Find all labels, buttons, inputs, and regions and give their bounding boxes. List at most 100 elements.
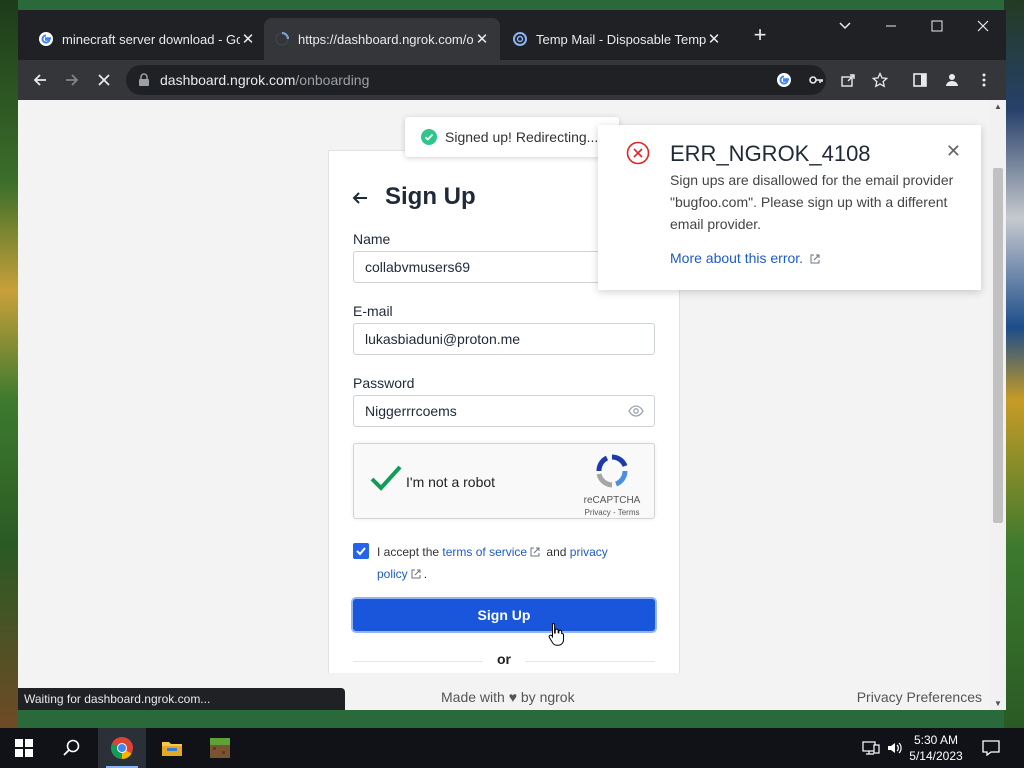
- tab-title: https://dashboard.ngrok.com/on: [298, 31, 474, 47]
- or-divider: or: [353, 651, 655, 671]
- checkmark-icon: [356, 547, 366, 556]
- search-button[interactable]: [48, 728, 96, 768]
- minimize-button[interactable]: [868, 10, 914, 42]
- chrome-icon: [111, 737, 133, 759]
- back-arrow-button[interactable]: [351, 189, 371, 209]
- forward-button[interactable]: [60, 68, 84, 92]
- scroll-up-icon[interactable]: ▲: [993, 102, 1003, 111]
- password-field[interactable]: Niggerrrcoems: [353, 395, 655, 427]
- tab-title: Temp Mail - Disposable Tempora: [536, 31, 706, 47]
- minecraft-icon: [210, 738, 230, 758]
- profile-button[interactable]: [940, 68, 964, 92]
- bookmark-button[interactable]: [868, 68, 892, 92]
- start-button[interactable]: [0, 728, 48, 768]
- eye-icon[interactable]: [628, 404, 644, 421]
- minimize-icon: [886, 25, 896, 27]
- side-panel-button[interactable]: [908, 68, 932, 92]
- tab-google-search[interactable]: minecraft server download - Goo ✕: [28, 18, 266, 60]
- or-text: or: [497, 651, 511, 667]
- terms-end: .: [423, 567, 428, 581]
- url-host: dashboard.ngrok.com: [160, 72, 296, 88]
- maximize-button[interactable]: [914, 10, 960, 42]
- name-value: collabvmusers69: [365, 259, 471, 275]
- google-icon: [777, 73, 791, 87]
- tab-strip: minecraft server download - Goo ✕ https:…: [18, 10, 1006, 60]
- external-link-icon: [530, 547, 540, 557]
- error-panel: ERR_NGROK_4108 Sign ups are disallowed f…: [598, 125, 981, 290]
- windows-logo-icon: [15, 739, 33, 757]
- recaptcha-links[interactable]: Privacy - Terms: [580, 508, 644, 517]
- password-value: Niggerrrcoems: [365, 403, 457, 419]
- tab-search-button[interactable]: [822, 10, 868, 42]
- terms-and: and: [546, 545, 567, 559]
- privacy-policy-link-cont[interactable]: policy: [377, 567, 408, 581]
- taskbar-file-explorer[interactable]: [148, 728, 196, 768]
- taskbar-chrome[interactable]: [98, 728, 146, 768]
- google-icon: [38, 31, 54, 47]
- page-title: Sign Up: [385, 183, 476, 210]
- scroll-down-icon[interactable]: ▼: [993, 699, 1003, 708]
- close-icon: [977, 20, 989, 32]
- tab-temp-mail[interactable]: Temp Mail - Disposable Tempora ✕: [502, 18, 732, 60]
- hand-cursor-icon: [548, 622, 566, 651]
- recaptcha-brand: reCAPTCHA: [583, 495, 641, 506]
- terms-prefix: I accept the: [377, 545, 440, 559]
- email-label: E-mail: [353, 303, 393, 319]
- email-value: lukasbiaduni@proton.me: [365, 331, 521, 347]
- terms-checkbox[interactable]: [353, 543, 369, 559]
- error-icon: [626, 141, 650, 170]
- side-panel-icon: [913, 73, 927, 87]
- external-link-icon: [411, 569, 421, 579]
- check-circle-icon: [421, 129, 437, 145]
- close-icon[interactable]: ✕: [946, 141, 961, 162]
- close-tab-icon[interactable]: ✕: [706, 30, 722, 48]
- url-path: /onboarding: [295, 72, 370, 88]
- desktop-background-left: [0, 0, 18, 728]
- error-code: ERR_NGROK_4108: [670, 141, 871, 166]
- recaptcha-checkbox[interactable]: [370, 464, 402, 497]
- back-button[interactable]: [28, 68, 52, 92]
- passwords-button[interactable]: [804, 68, 828, 92]
- close-tab-icon[interactable]: ✕: [240, 30, 256, 48]
- recaptcha-logo: reCAPTCHA Privacy - Terms: [580, 454, 644, 517]
- terms-text: I accept the terms of service and privac…: [353, 541, 653, 585]
- menu-button[interactable]: [972, 68, 996, 92]
- url-text: dashboard.ngrok.com/onboarding: [160, 72, 369, 88]
- more-vertical-icon: [982, 73, 986, 87]
- close-tab-icon[interactable]: ✕: [474, 30, 490, 48]
- notification-icon: [982, 740, 1000, 756]
- key-icon: [809, 76, 823, 84]
- person-icon: [946, 74, 958, 86]
- close-window-button[interactable]: [960, 10, 1006, 42]
- arrow-left-icon: [33, 74, 46, 86]
- password-label: Password: [353, 375, 415, 391]
- windows-taskbar: 5:30 AM 5/14/2023: [0, 728, 1024, 768]
- error-message: Sign ups are disallowed for the email pr…: [670, 172, 954, 232]
- clock-date: 5/14/2023: [909, 749, 963, 763]
- recaptcha-icon: [596, 454, 628, 488]
- taskbar-minecraft[interactable]: [196, 728, 244, 768]
- error-more-link[interactable]: More about this error.: [670, 250, 823, 266]
- address-bar[interactable]: dashboard.ngrok.com/onboarding: [126, 65, 826, 95]
- volume-icon[interactable]: [886, 728, 902, 768]
- recaptcha-widget: I'm not a robot reCAPTCHA Privacy - Term…: [353, 443, 655, 519]
- loading-spinner-icon: [274, 31, 290, 47]
- sign-up-button[interactable]: Sign Up: [353, 599, 655, 631]
- browser-window: minecraft server download - Goo ✕ https:…: [18, 10, 1006, 710]
- search-icon: [63, 739, 80, 756]
- network-icon[interactable]: [862, 728, 880, 768]
- notifications-button[interactable]: [982, 728, 1000, 768]
- tab-ngrok-dashboard[interactable]: https://dashboard.ngrok.com/on ✕: [264, 18, 500, 60]
- stop-loading-button[interactable]: [92, 68, 116, 92]
- external-link-icon: [810, 254, 820, 264]
- terms-of-service-link[interactable]: terms of service: [442, 545, 527, 559]
- privacy-preferences-link[interactable]: Privacy Preferences: [857, 689, 982, 705]
- privacy-policy-link[interactable]: privacy: [570, 545, 608, 559]
- taskbar-clock[interactable]: 5:30 AM 5/14/2023: [904, 732, 968, 764]
- email-field[interactable]: lukasbiaduni@proton.me: [353, 323, 655, 355]
- new-tab-button[interactable]: +: [748, 24, 772, 48]
- google-lens-button[interactable]: [772, 68, 796, 92]
- page-scrollbar[interactable]: ▲ ▼: [990, 100, 1006, 710]
- share-button[interactable]: [836, 68, 860, 92]
- scroll-thumb[interactable]: [993, 168, 1003, 523]
